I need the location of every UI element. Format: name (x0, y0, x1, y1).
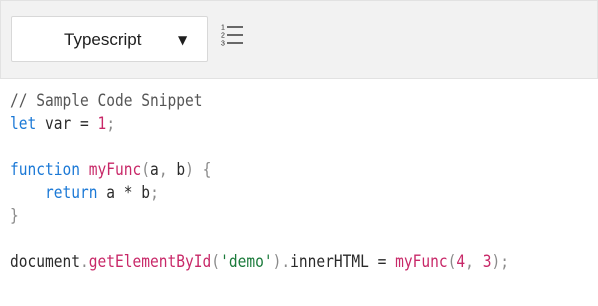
code-line: return a * b; (10, 182, 509, 205)
code-token-ident: document (10, 252, 81, 272)
ordered-list-digit: 3 (221, 41, 225, 48)
ordered-list-digit: 2 (221, 33, 225, 40)
code-token-ident: b (167, 160, 186, 180)
code-token-number: 3 (482, 252, 492, 272)
code-token-punct: ; (150, 183, 159, 203)
code-token-punct: ( (141, 160, 151, 180)
code-token-punct: ) (185, 160, 194, 180)
code-token-ident (474, 252, 483, 272)
code-token-ident: b (132, 183, 151, 203)
code-token-ident: var (36, 114, 81, 134)
language-select-value: Typescript (64, 30, 142, 49)
triangle-down-icon: ▼ (178, 33, 188, 47)
code-toolbar: Typescript ▼ 1 2 3 (0, 0, 598, 79)
code-token-member: getElementById (88, 252, 212, 272)
code-token-string: 'demo' (220, 252, 273, 272)
code-token-ident: a (150, 160, 159, 180)
code-line: document.getElementById('demo').innerHTM… (10, 251, 509, 274)
code-token-ident: innerHTML (290, 252, 378, 272)
code-token-punct: . (80, 252, 89, 272)
code-token-number: 1 (97, 114, 107, 134)
code-token-ident: a (97, 183, 124, 203)
code-line: function myFunc(a, b) { (10, 159, 509, 182)
code-token-punct: ; (106, 114, 116, 134)
language-select[interactable]: Typescript ▼ (11, 16, 208, 62)
code-token-punct: } (10, 206, 19, 226)
code-token-op: = (80, 114, 89, 134)
code-token-punct: ). (272, 252, 291, 272)
code-token-punct: , (158, 160, 168, 180)
code-token-func: myFunc (395, 252, 448, 272)
code-token-keyword: let (10, 114, 37, 134)
ordered-list-digit: 1 (221, 25, 225, 32)
code-token-keyword: function (10, 160, 81, 180)
code-token-ident (10, 183, 45, 203)
code-token-punct: , (465, 252, 474, 272)
code-token-keyword: return (45, 183, 98, 203)
code-token-func: myFunc (88, 160, 142, 180)
code-token-op: = (377, 252, 387, 272)
line-numbers-button[interactable]: 1 2 3 (221, 23, 245, 48)
code-line: // Sample Code Snippet (10, 90, 509, 113)
code-token-ident (194, 160, 203, 180)
code-token-number: 4 (456, 252, 466, 272)
code-line: let var = 1; (10, 113, 509, 136)
code-token-punct: ); (491, 252, 509, 272)
code-token-comment: // Sample Code Snippet (10, 91, 203, 111)
code-token-punct: { (202, 160, 212, 180)
code-token-ident (80, 160, 89, 180)
code-line: } (10, 205, 509, 228)
code-token-punct: ( (447, 252, 457, 272)
code-token-op: * (123, 183, 133, 203)
code-token-punct: ( (211, 252, 221, 272)
code-snippet: // Sample Code Snippet let var = 1; functi… (10, 90, 509, 274)
ordered-list-icon: 1 2 3 (221, 25, 243, 48)
